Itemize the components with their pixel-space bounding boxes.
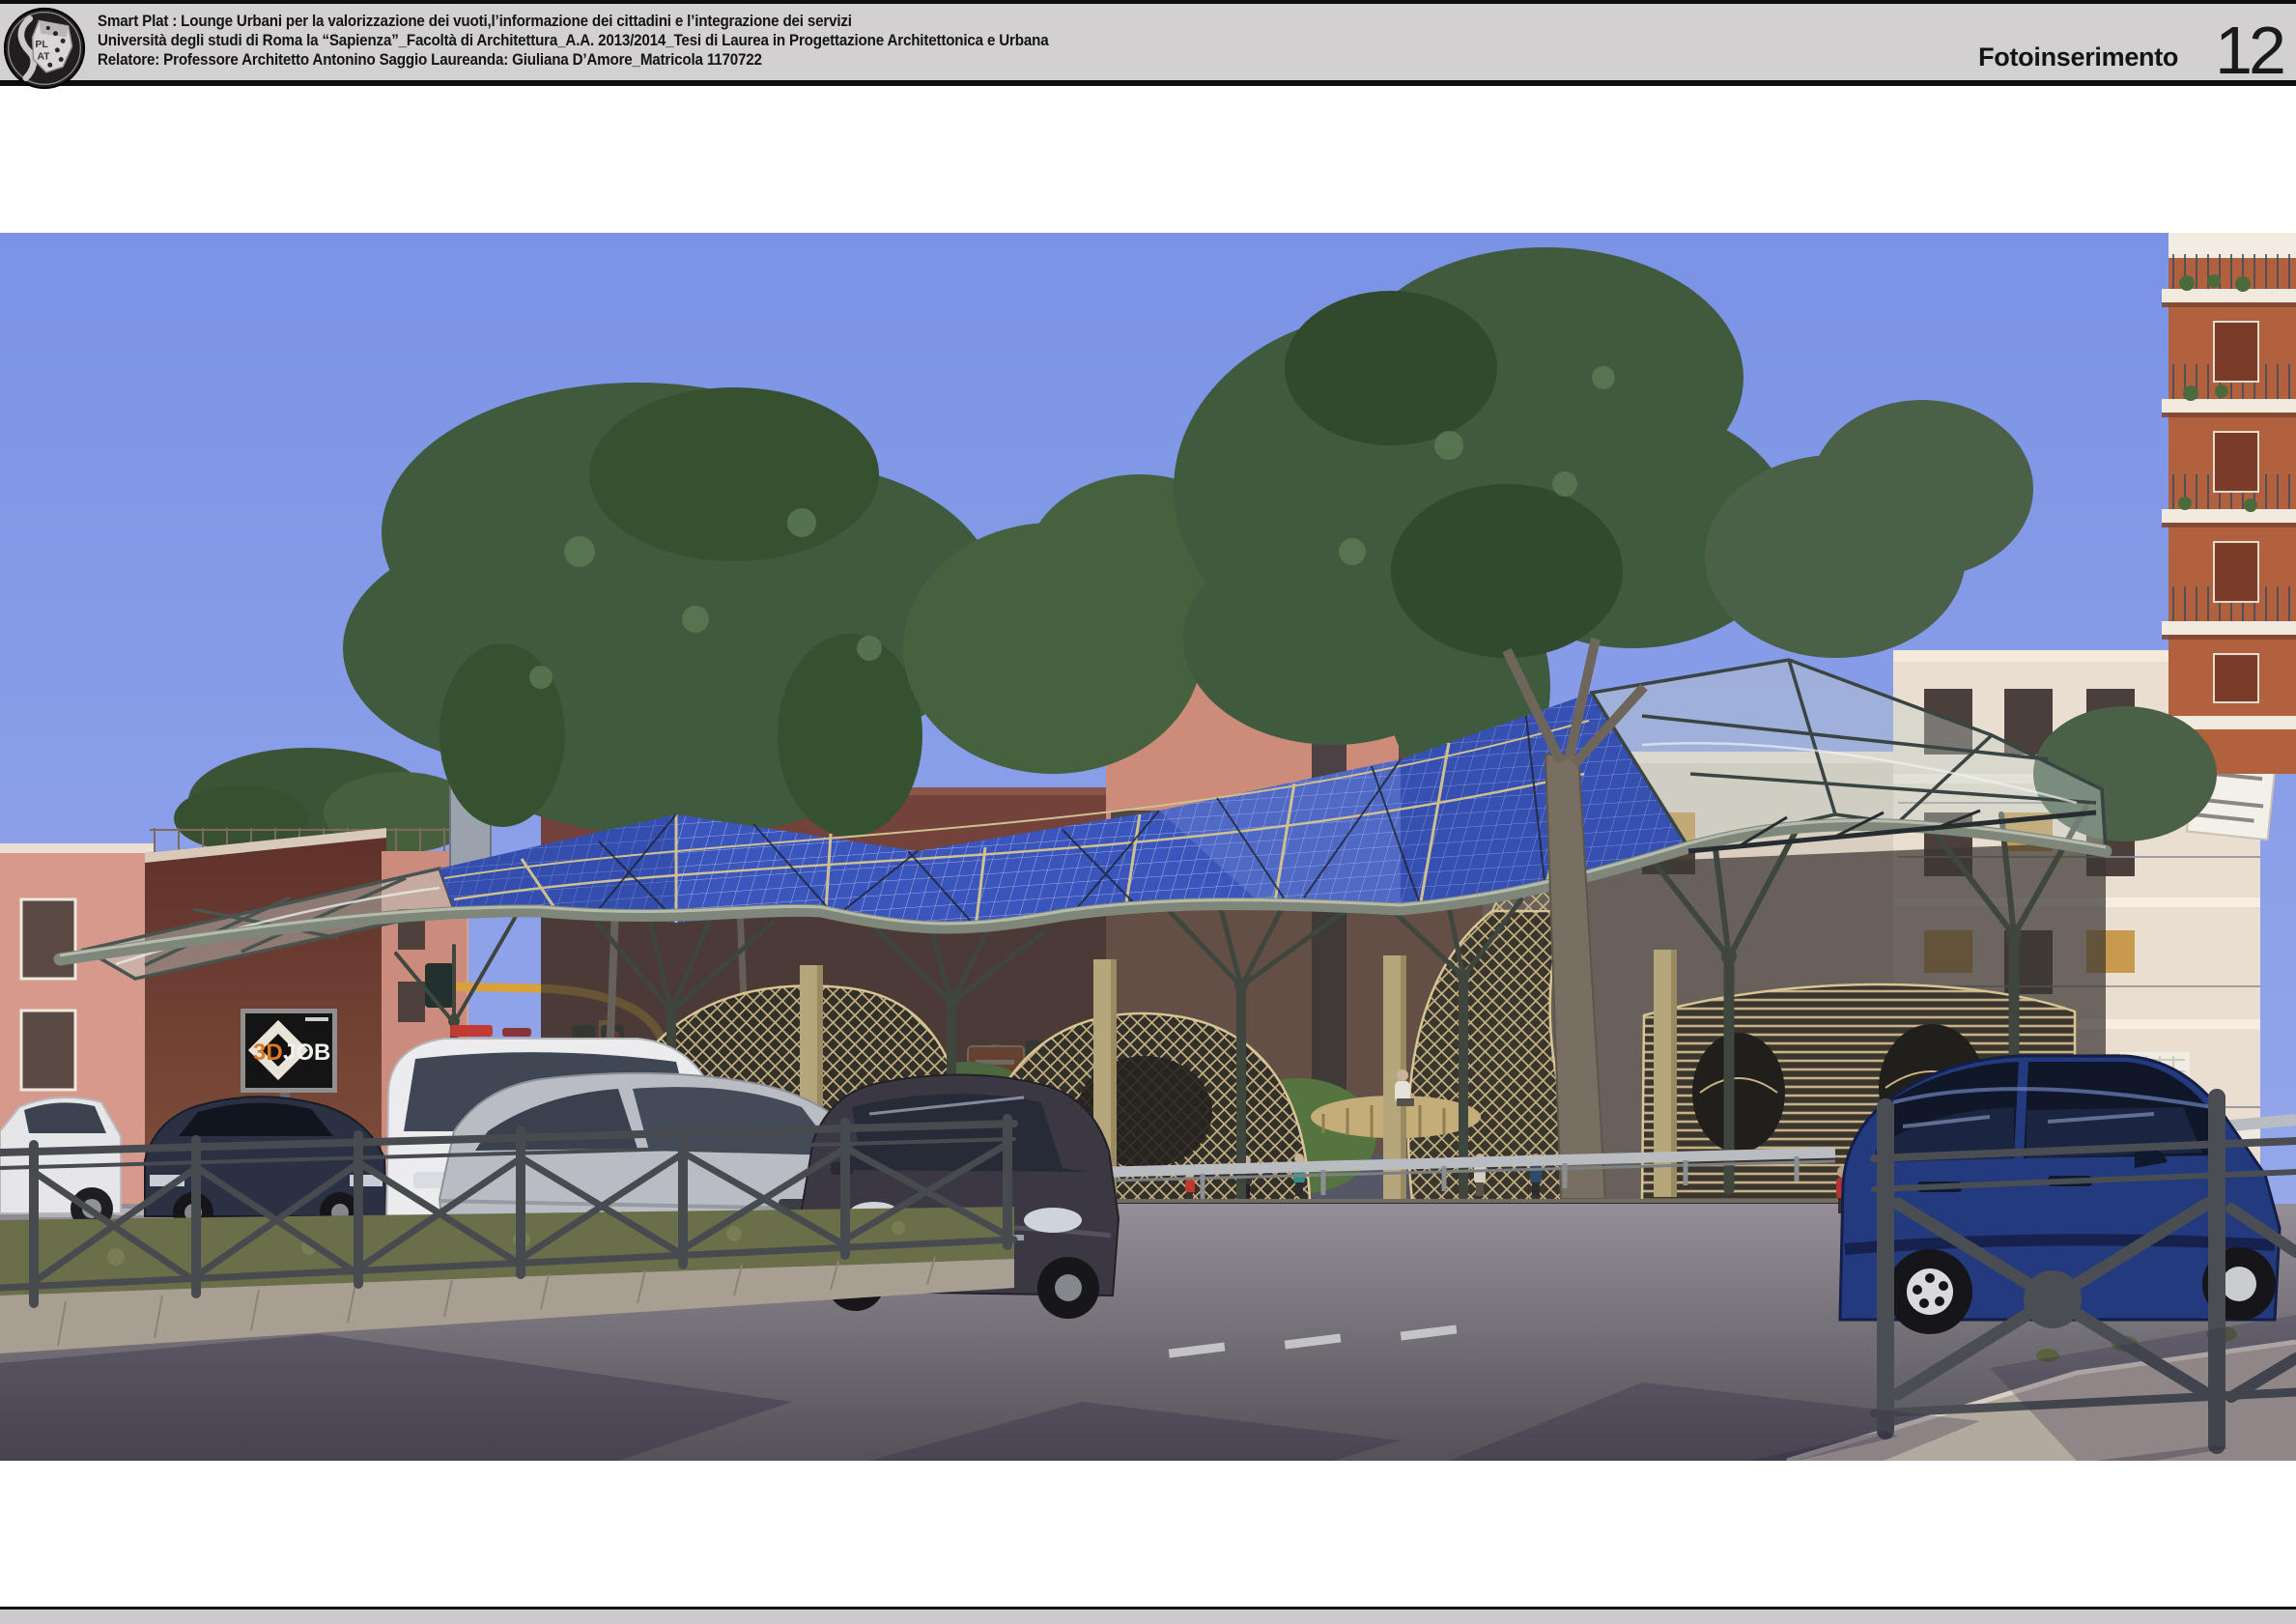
thesis-board-page: PL AT Smart Plat : Lounge Urbani per la … — [0, 0, 2296, 1624]
section-label: Fotoinserimento — [1978, 43, 2178, 90]
header-right: Fotoinserimento 12 — [1978, 4, 2282, 90]
header-title-block: Smart Plat : Lounge Urbani per la valori… — [98, 12, 1048, 70]
header-line-1: Smart Plat : Lounge Urbani per la valori… — [98, 12, 1048, 31]
page-number: 12 — [2215, 16, 2282, 90]
logo-text-pl: PL — [35, 39, 48, 50]
footer-band — [0, 1607, 2296, 1624]
header-line-2: Università degli studi di Roma la “Sapie… — [98, 31, 1048, 50]
smart-plat-logo: PL AT — [2, 6, 87, 91]
billboard-text-3d: 3D — [253, 1040, 283, 1066]
header-line-3: Relatore: Professore Architetto Antonino… — [98, 50, 1048, 70]
billboard-text-job: JOB — [283, 1040, 330, 1066]
header-band: PL AT Smart Plat : Lounge Urbani per la … — [0, 0, 2296, 86]
logo-text-at: AT — [37, 50, 50, 62]
photomontage-render: AFFITTI SoloCase SoloCase SoloCase — [0, 233, 2296, 1461]
